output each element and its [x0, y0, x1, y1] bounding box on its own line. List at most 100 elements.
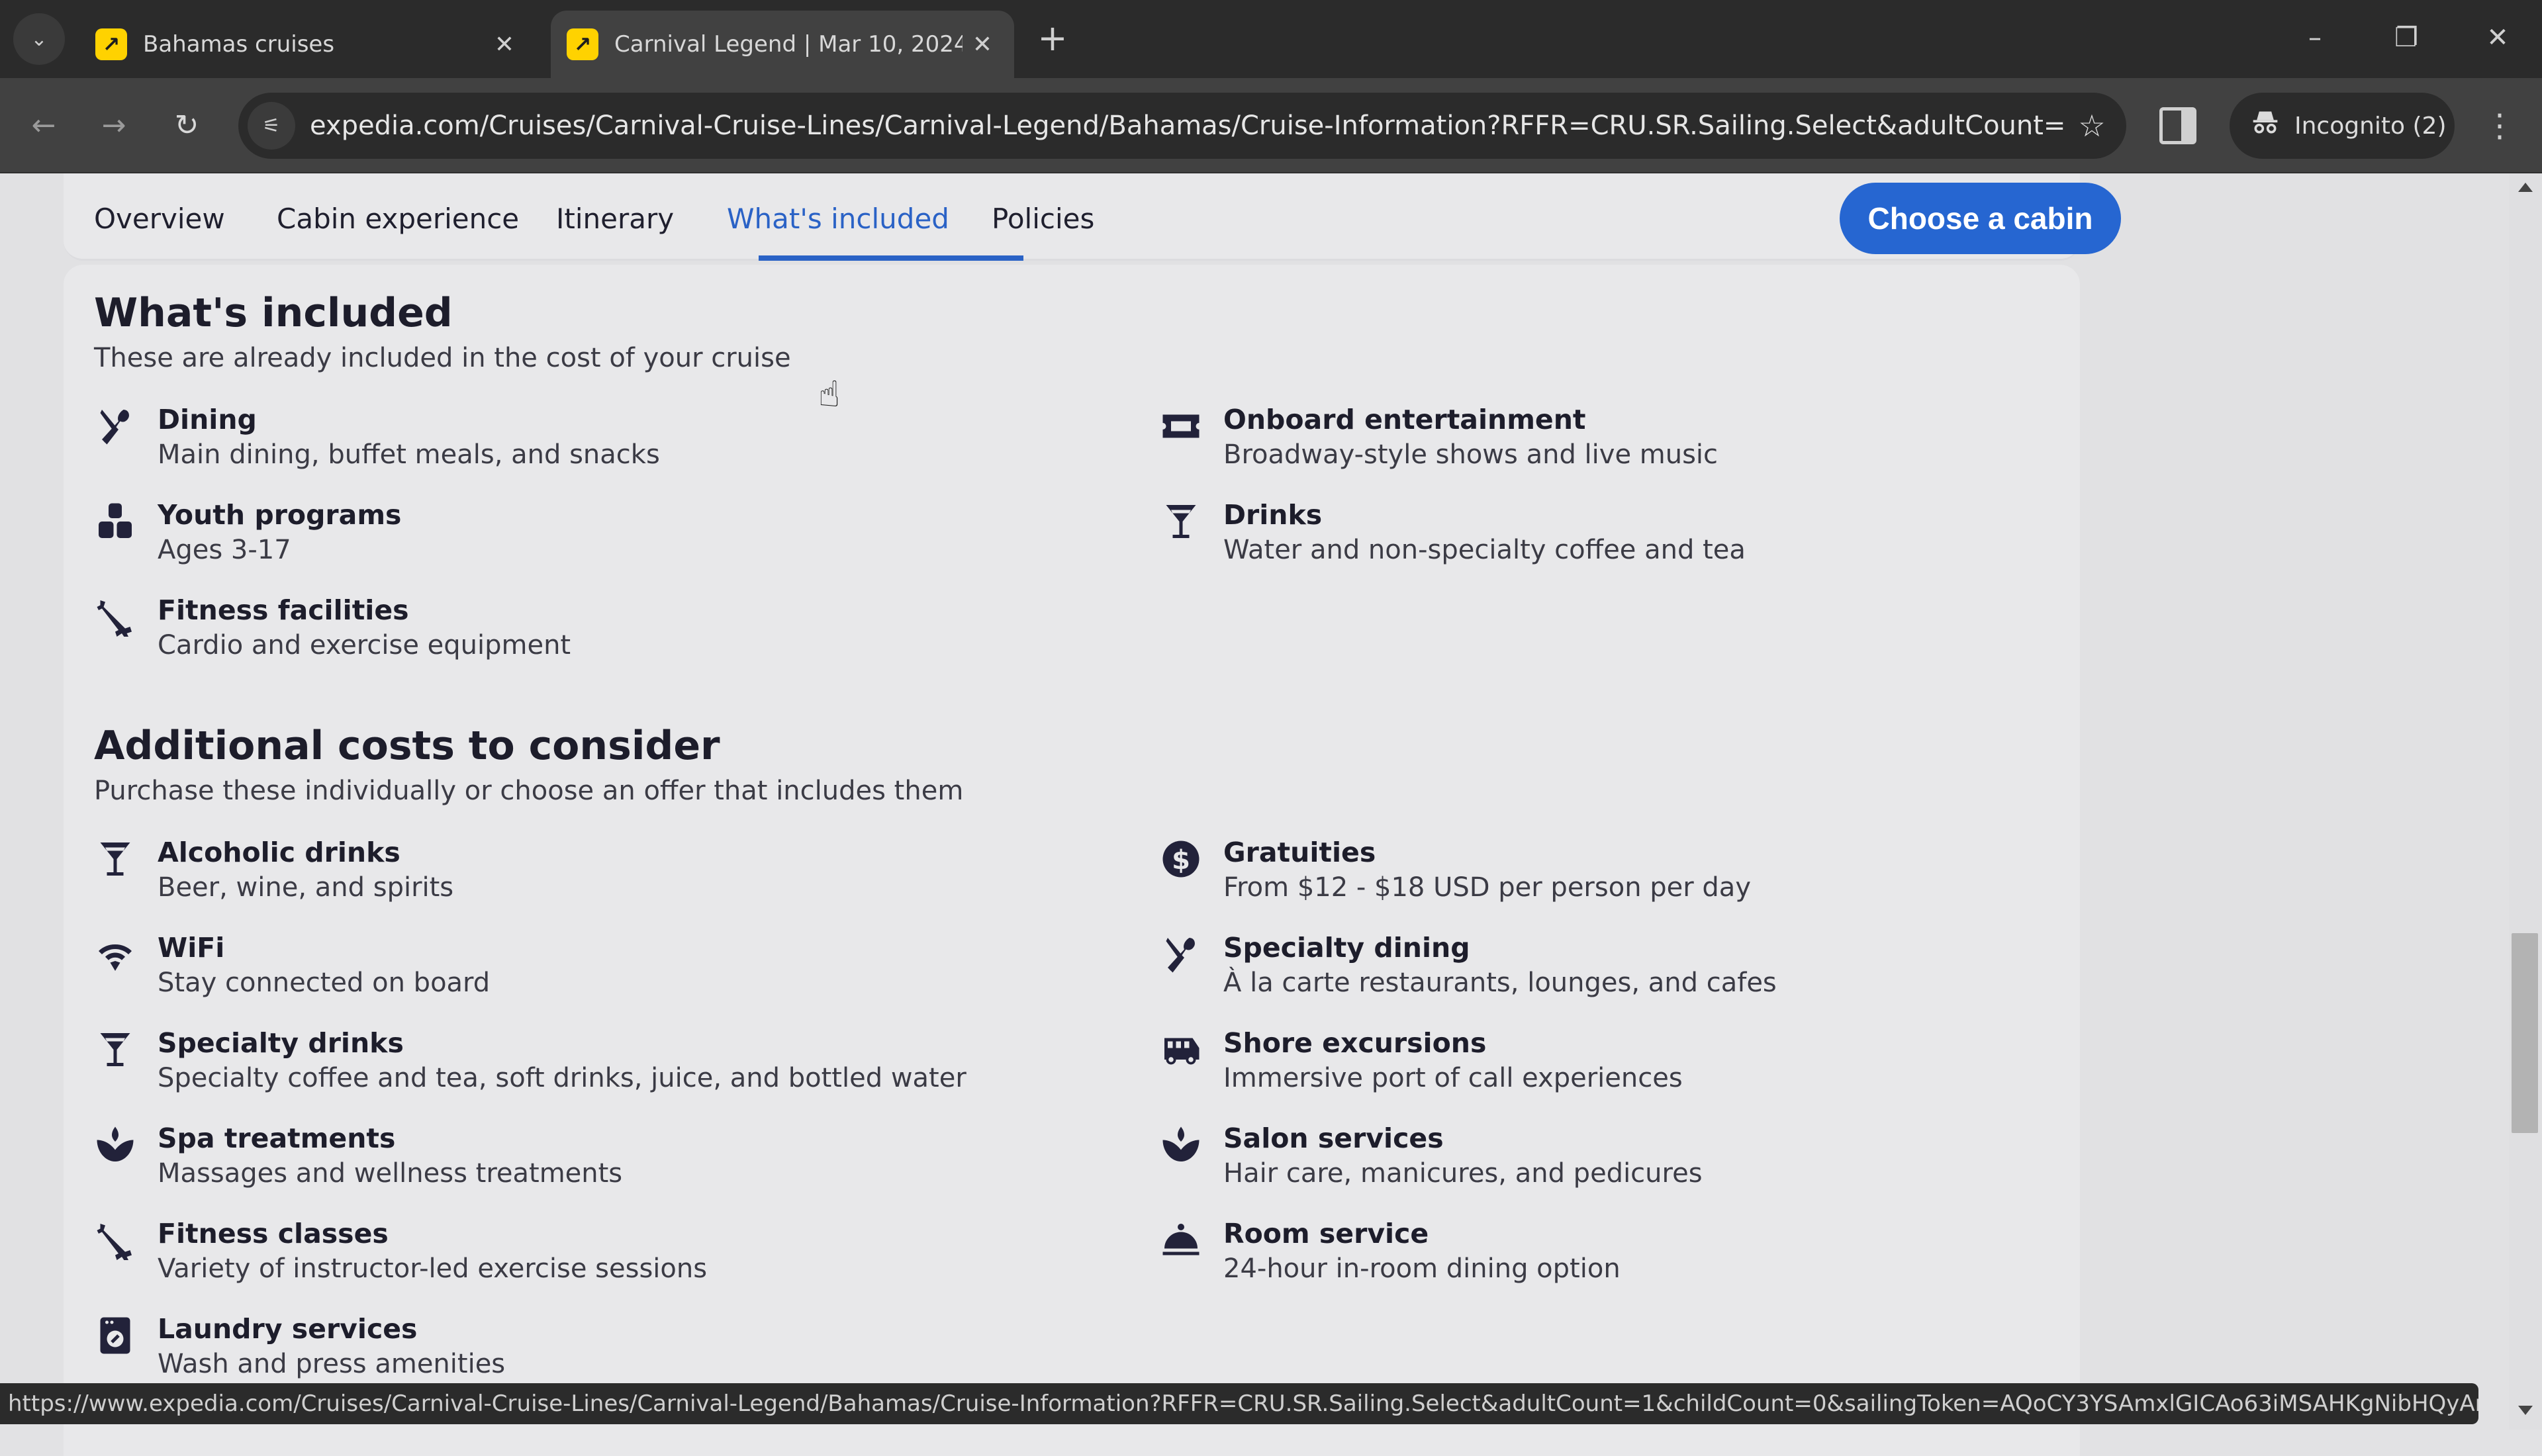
choose-a-cabin-button[interactable]: Choose a cabin	[1840, 183, 2121, 254]
whats-included-card: What's included These are already includ…	[64, 265, 2080, 1456]
fitness-icon	[94, 596, 136, 638]
abc-blocks-icon	[94, 500, 136, 543]
tab-cabin-experience[interactable]: Cabin experience	[277, 203, 519, 235]
star-icon: ☆	[2078, 108, 2106, 144]
browser-tab-carnival-legend[interactable]: ↗ Carnival Legend | Mar 10, 2024 ✕	[551, 11, 1014, 78]
item-description: Beer, wine, and spirits	[158, 872, 454, 903]
arrow-left-icon: ←	[31, 109, 56, 142]
tab-itinerary[interactable]: Itinerary	[556, 203, 674, 235]
list-item-shore-excursions: Shore excursions Immersive port of call e…	[1160, 1027, 2087, 1107]
cocktail-icon	[94, 1028, 136, 1071]
item-description: From $12 - $18 USD per person per day	[1223, 872, 1751, 903]
item-description: Main dining, buffet meals, and snacks	[158, 439, 660, 470]
close-icon: ✕	[2486, 23, 2509, 53]
fitness-icon	[94, 1219, 136, 1261]
item-description: Stay connected on board	[158, 968, 491, 998]
item-description: Hair care, manicures, and pedicures	[1223, 1158, 1703, 1189]
spa-icon	[94, 1124, 136, 1166]
item-title: Youth programs	[158, 499, 402, 531]
item-title: Gratuities	[1223, 837, 1376, 868]
wifi-icon	[94, 933, 136, 976]
forward-button[interactable]: →	[93, 105, 135, 147]
tab-policies[interactable]: Policies	[992, 203, 1094, 235]
browser-menu-button[interactable]: ⋮	[2484, 102, 2516, 150]
tab-title: Bahamas cruises	[143, 31, 335, 58]
list-item-spa-treatments: Spa treatments Massages and wellness trea…	[94, 1122, 1021, 1202]
list-item-dining: Dining Main dining, buffet meals, and sna…	[94, 404, 1021, 483]
close-icon[interactable]: ✕	[485, 31, 524, 58]
item-title: Specialty drinks	[158, 1027, 404, 1059]
list-item-wifi: WiFi Stay connected on board	[94, 932, 1021, 1011]
new-tab-button[interactable]: +	[1033, 19, 1072, 58]
item-title: Specialty dining	[1223, 932, 1470, 964]
close-window-button[interactable]: ✕	[2468, 15, 2527, 61]
plus-icon: +	[1037, 17, 1068, 59]
back-button[interactable]: ←	[23, 105, 65, 147]
reload-button[interactable]: ↻	[165, 105, 208, 147]
svg-text:$: $	[1172, 845, 1190, 876]
status-bar-url: https://www.expedia.com/Cruises/Carnival…	[0, 1383, 2478, 1424]
list-item-fitness-facilities: Fitness facilities Cardio and exercise eq…	[94, 594, 1021, 674]
browser-tab-bahamas-cruises[interactable]: ↗ Bahamas cruises ✕	[79, 11, 536, 78]
kebab-menu-icon: ⋮	[2484, 107, 2516, 144]
item-description: Ages 3-17	[158, 535, 291, 565]
browser-tab-strip: ⌄ ↗ Bahamas cruises ✕ ↗ Carnival Legend …	[0, 0, 2542, 78]
item-title: WiFi	[158, 932, 225, 964]
cocktail-icon	[1160, 500, 1202, 543]
tab-whats-included[interactable]: What's included	[727, 203, 949, 235]
address-bar[interactable]: ⚟ expedia.com/Cruises/Carnival-Cruise-Li…	[238, 93, 2126, 159]
minimize-button[interactable]: –	[2285, 15, 2345, 61]
item-title: Room service	[1223, 1218, 1429, 1250]
list-item-gratuities: $ Gratuities From $12 - $18 USD per person…	[1160, 837, 2087, 916]
item-description: Immersive port of call experiences	[1223, 1063, 1683, 1093]
site-info-button[interactable]: ⚟	[248, 102, 295, 150]
list-item-drinks: Drinks Water and non-specialty coffee and…	[1160, 499, 2087, 578]
item-description: À la carte restaurants, lounges, and caf…	[1223, 968, 1777, 998]
list-item-specialty-drinks: Specialty drinks Specialty coffee and tea…	[94, 1027, 1021, 1107]
page-content: Overview Cabin experience Itinerary What…	[0, 173, 2509, 1456]
restore-button[interactable]: ❐	[2377, 15, 2436, 61]
incognito-indicator[interactable]: Incognito (2)	[2230, 93, 2455, 159]
item-title: Dining	[158, 404, 257, 435]
included-section-subtitle: These are already included in the cost o…	[94, 343, 791, 373]
spa-icon	[1160, 1124, 1202, 1166]
incognito-icon	[2251, 108, 2280, 144]
bookmark-button[interactable]: ☆	[2065, 108, 2118, 144]
item-title: Onboard entertainment	[1223, 404, 1586, 435]
scrollbar-thumb[interactable]	[2512, 933, 2538, 1133]
expedia-logo-icon: ↗	[567, 28, 598, 60]
item-description: Cardio and exercise equipment	[158, 630, 571, 660]
arrow-right-icon: →	[101, 109, 126, 142]
scroll-up-arrow[interactable]	[2518, 183, 2533, 192]
mouse-cursor: ☝	[818, 373, 840, 415]
item-title: Shore excursions	[1223, 1027, 1487, 1059]
item-description: Broadway-style shows and live music	[1223, 439, 1718, 470]
cocktail-icon	[94, 838, 136, 880]
close-icon[interactable]: ✕	[963, 31, 1002, 58]
tab-overview[interactable]: Overview	[94, 203, 225, 235]
item-title: Alcoholic drinks	[158, 837, 400, 868]
item-description: Variety of instructor-led exercise sessi…	[158, 1253, 708, 1284]
url-input[interactable]: expedia.com/Cruises/Carnival-Cruise-Line…	[310, 111, 2065, 141]
item-title: Fitness classes	[158, 1218, 389, 1250]
dollar-icon: $	[1160, 838, 1202, 880]
item-description: Specialty coffee and tea, soft drinks, j…	[158, 1063, 966, 1093]
item-description: Water and non-specialty coffee and tea	[1223, 535, 1746, 565]
page-tab-nav: Overview Cabin experience Itinerary What…	[64, 173, 2121, 261]
list-item-youth-programs: Youth programs Ages 3-17	[94, 499, 1021, 578]
additional-section-subtitle: Purchase these individually or choose an…	[94, 776, 964, 806]
item-description: Massages and wellness treatments	[158, 1158, 623, 1189]
item-title: Fitness facilities	[158, 594, 409, 626]
incognito-label: Incognito (2)	[2294, 112, 2447, 140]
ticket-icon	[1160, 405, 1202, 447]
chevron-down-icon: ⌄	[30, 27, 48, 51]
scroll-down-arrow[interactable]	[2518, 1406, 2533, 1415]
page-scrollbar[interactable]	[2509, 173, 2542, 1430]
list-item-fitness-classes: Fitness classes Variety of instructor-led…	[94, 1218, 1021, 1297]
side-panel-button[interactable]	[2159, 107, 2196, 144]
tab-search-button[interactable]: ⌄	[13, 13, 65, 65]
list-item-laundry-services: Laundry services Wash and press amenities	[94, 1313, 1021, 1392]
dining-icon	[1160, 933, 1202, 976]
active-tab-indicator	[759, 255, 1023, 261]
list-item-salon-services: Salon services Hair care, manicures, and …	[1160, 1122, 2087, 1202]
